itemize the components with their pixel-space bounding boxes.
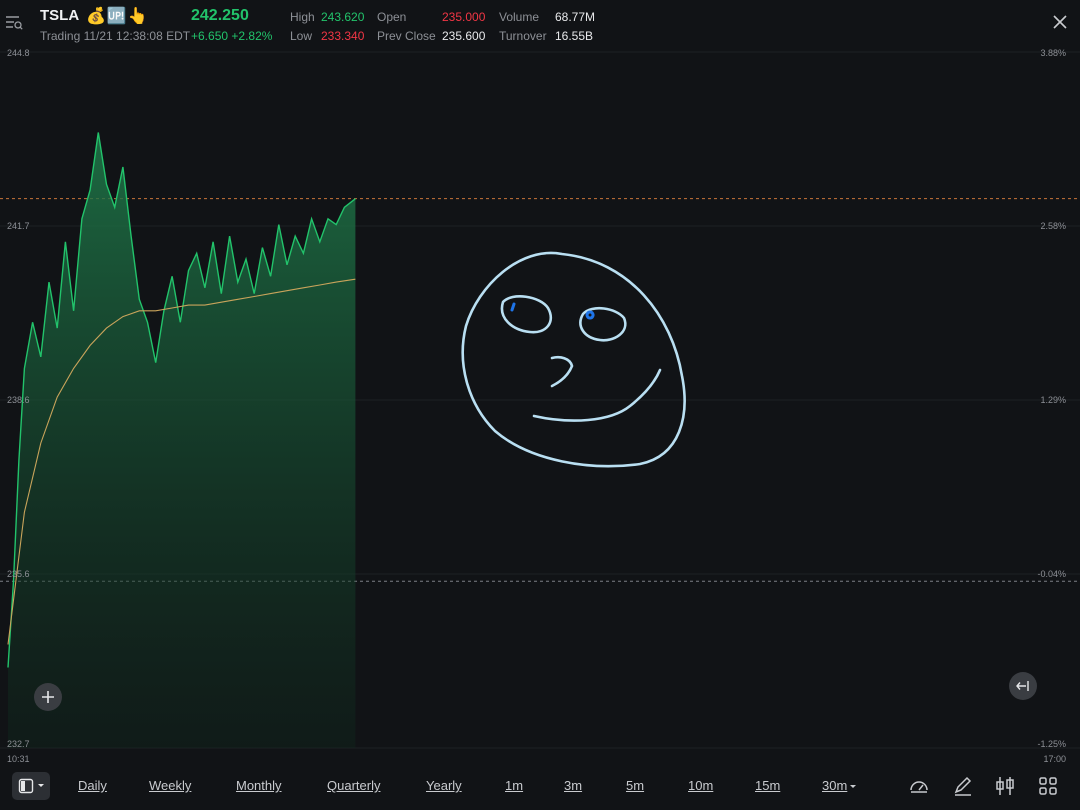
layout-toggle-button[interactable] — [12, 772, 50, 800]
y-tick-right: 1.29% — [1040, 395, 1066, 405]
price-area — [8, 132, 356, 748]
collapse-panel-button[interactable] — [1009, 672, 1037, 700]
open-label: Open — [377, 10, 407, 24]
indicators-icon[interactable] — [994, 775, 1016, 797]
smiley-drawing — [461, 251, 686, 468]
period-30m-label: 30m — [822, 778, 848, 793]
period-30m[interactable]: 30m — [822, 778, 857, 793]
quote-header: TSLA 💰🆙👆 Trading 11/21 12:38:08 EDT 242.… — [0, 0, 1080, 46]
period-monthly[interactable]: Monthly — [236, 778, 282, 793]
y-tick-left: 241.7 — [7, 221, 30, 231]
prev-close-label: Prev Close — [377, 29, 436, 43]
price-change-pct: +2.82% — [231, 29, 273, 43]
y-tick-right: 2.58% — [1040, 221, 1066, 231]
chart-marks — [0, 132, 1080, 748]
period-yearly[interactable]: Yearly — [426, 778, 462, 793]
high-label: High — [290, 10, 315, 24]
high-value: 243.620 — [321, 10, 365, 24]
period-3m[interactable]: 3m — [564, 778, 582, 793]
menu-search-icon[interactable] — [4, 12, 24, 32]
arrow-left-bar-icon — [1016, 681, 1029, 691]
y-tick-right: -1.25% — [1037, 739, 1066, 749]
period-quarterly[interactable]: Quarterly — [327, 778, 380, 793]
y-tick-right: 3.88% — [1040, 48, 1066, 58]
ticker-symbol: TSLA — [40, 7, 80, 24]
price-change-value: +6.650 — [191, 29, 229, 43]
period-1m[interactable]: 1m — [505, 778, 523, 793]
period-daily[interactable]: Daily — [78, 778, 107, 793]
grid-menu-icon[interactable] — [1037, 775, 1059, 797]
low-value: 233.340 — [321, 29, 365, 43]
close-icon[interactable] — [1050, 12, 1070, 32]
y-tick-left: 244.8 — [7, 48, 30, 58]
split-layout-icon — [18, 778, 33, 794]
period-10m[interactable]: 10m — [688, 778, 713, 793]
plus-icon — [42, 691, 54, 703]
volume-value: 68.77M — [555, 10, 596, 24]
add-indicator-button[interactable] — [34, 683, 62, 711]
ticker-badges: 💰🆙👆 — [86, 8, 149, 25]
intraday-chart[interactable]: 244.8 3.88% 241.7 2.58% 238.6 1.29% 235.6 -0.04… — [0, 46, 1080, 766]
y-tick-left: 232.7 — [7, 739, 30, 749]
y-tick-left: 235.6 — [7, 569, 30, 579]
prev-close-value: 235.600 — [442, 29, 486, 43]
turnover-label: Turnover — [499, 29, 547, 43]
turnover-value: 16.55B — [555, 29, 594, 43]
x-tick-end: 17:00 — [1043, 754, 1066, 764]
open-value: 235.000 — [442, 10, 486, 24]
last-price: 242.250 — [191, 7, 249, 24]
volume-label: Volume — [499, 10, 540, 24]
trading-status: Trading 11/21 12:38:08 EDT — [40, 29, 191, 43]
caret-down-icon — [850, 784, 857, 788]
caret-down-icon — [37, 784, 44, 787]
period-5m[interactable]: 5m — [626, 778, 644, 793]
draw-pen-icon[interactable] — [952, 775, 974, 797]
x-tick-start: 10:31 — [7, 754, 30, 764]
y-tick-left: 238.6 — [7, 395, 30, 405]
period-15m[interactable]: 15m — [755, 778, 780, 793]
period-weekly[interactable]: Weekly — [149, 778, 191, 793]
price-change: +6.650 +2.82% — [191, 29, 272, 43]
speedometer-icon[interactable] — [908, 775, 930, 797]
low-label: Low — [290, 29, 313, 43]
y-tick-right: -0.04% — [1037, 569, 1066, 579]
